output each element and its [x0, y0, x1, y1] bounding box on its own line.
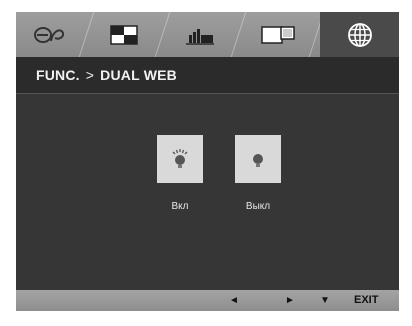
tab-brightness-level[interactable]	[164, 12, 236, 57]
dual-display-icon	[261, 25, 295, 44]
screen-split-icon	[110, 24, 138, 45]
bottom-bar: ◄ ► ▼ EXIT	[16, 290, 399, 311]
tab-picture-mode[interactable]	[16, 12, 82, 57]
option-on-label: Вкл	[171, 201, 189, 212]
tab-bar	[16, 12, 399, 57]
option-on-button[interactable]	[157, 135, 203, 183]
breadcrumb: FUNC. > DUAL WEB	[16, 57, 399, 94]
page-title: DUAL WEB	[100, 67, 177, 83]
brightness-level-icon	[186, 28, 214, 45]
tab-screen-split[interactable]	[88, 12, 160, 57]
tab-function[interactable]	[320, 12, 399, 57]
breadcrumb-separator: >	[85, 67, 95, 83]
option-off-button[interactable]	[235, 135, 281, 183]
bulb-off-icon	[253, 154, 263, 167]
right-button[interactable]: ►	[282, 293, 298, 308]
breadcrumb-parent: FUNC.	[36, 67, 80, 83]
bulb-on-icon	[172, 149, 188, 168]
osd-menu: FUNC. > DUAL WEB Вкл Выкл ◄ ► ▼ EXIT	[16, 12, 399, 311]
left-button[interactable]: ◄	[226, 293, 242, 308]
globe-icon	[347, 22, 372, 47]
exit-button[interactable]: EXIT	[354, 293, 378, 308]
option-off-label: Выкл	[245, 201, 271, 212]
picture-mode-icon	[34, 26, 65, 43]
tab-dual-display[interactable]	[242, 12, 314, 57]
down-button[interactable]: ▼	[317, 293, 333, 308]
